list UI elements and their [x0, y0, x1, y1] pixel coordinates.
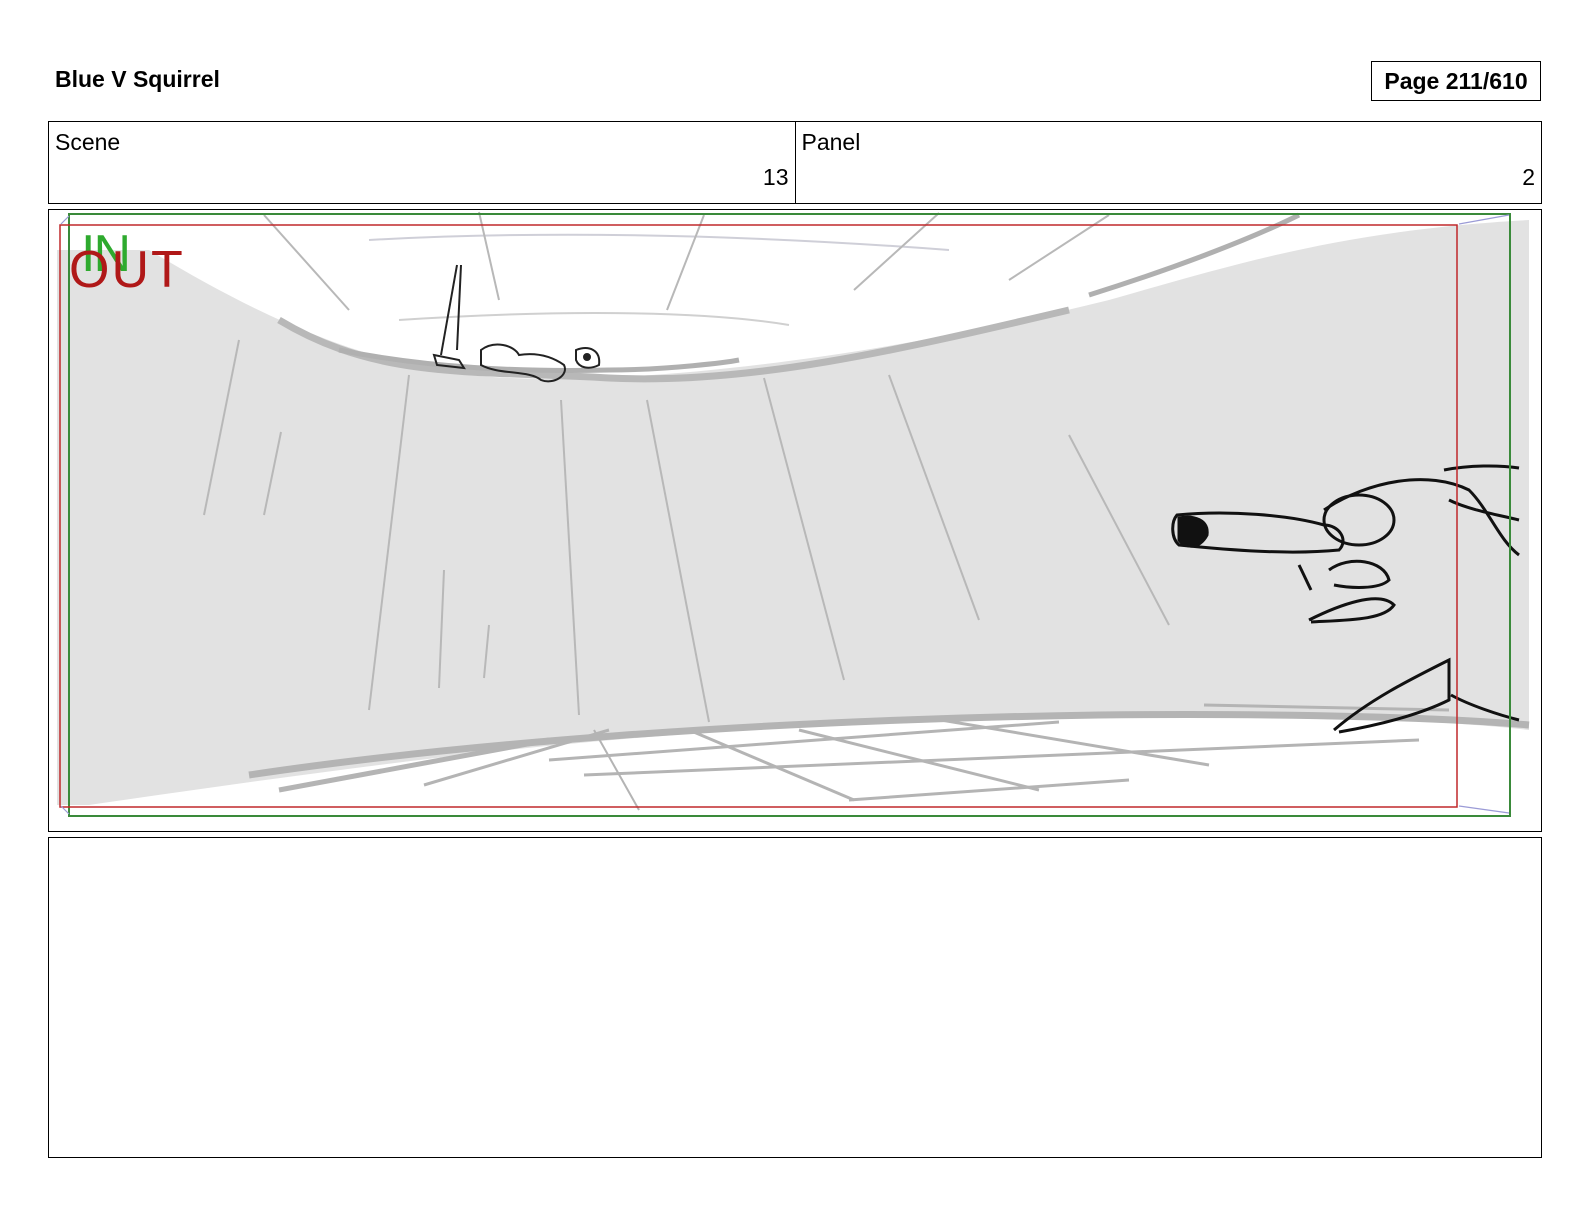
scene-cell: Scene 13: [49, 122, 795, 203]
out-marker: OUT: [69, 241, 185, 299]
storyboard-sketch: [57, 211, 1530, 817]
scene-label: Scene: [55, 129, 121, 155]
panel-value: 2: [1522, 164, 1535, 190]
panel-notes-box: [48, 837, 1542, 1158]
panel-label: Panel: [801, 129, 861, 155]
panel-cell: Panel 2: [794, 122, 1542, 203]
document-title: Blue V Squirrel: [55, 66, 220, 92]
page-number-badge: Page 211/610: [1371, 61, 1541, 101]
scene-panel-info-row: Scene 13 Panel 2: [48, 121, 1542, 204]
storyboard-panel-image: IN OUT: [48, 209, 1542, 832]
scene-value: 13: [762, 164, 789, 190]
